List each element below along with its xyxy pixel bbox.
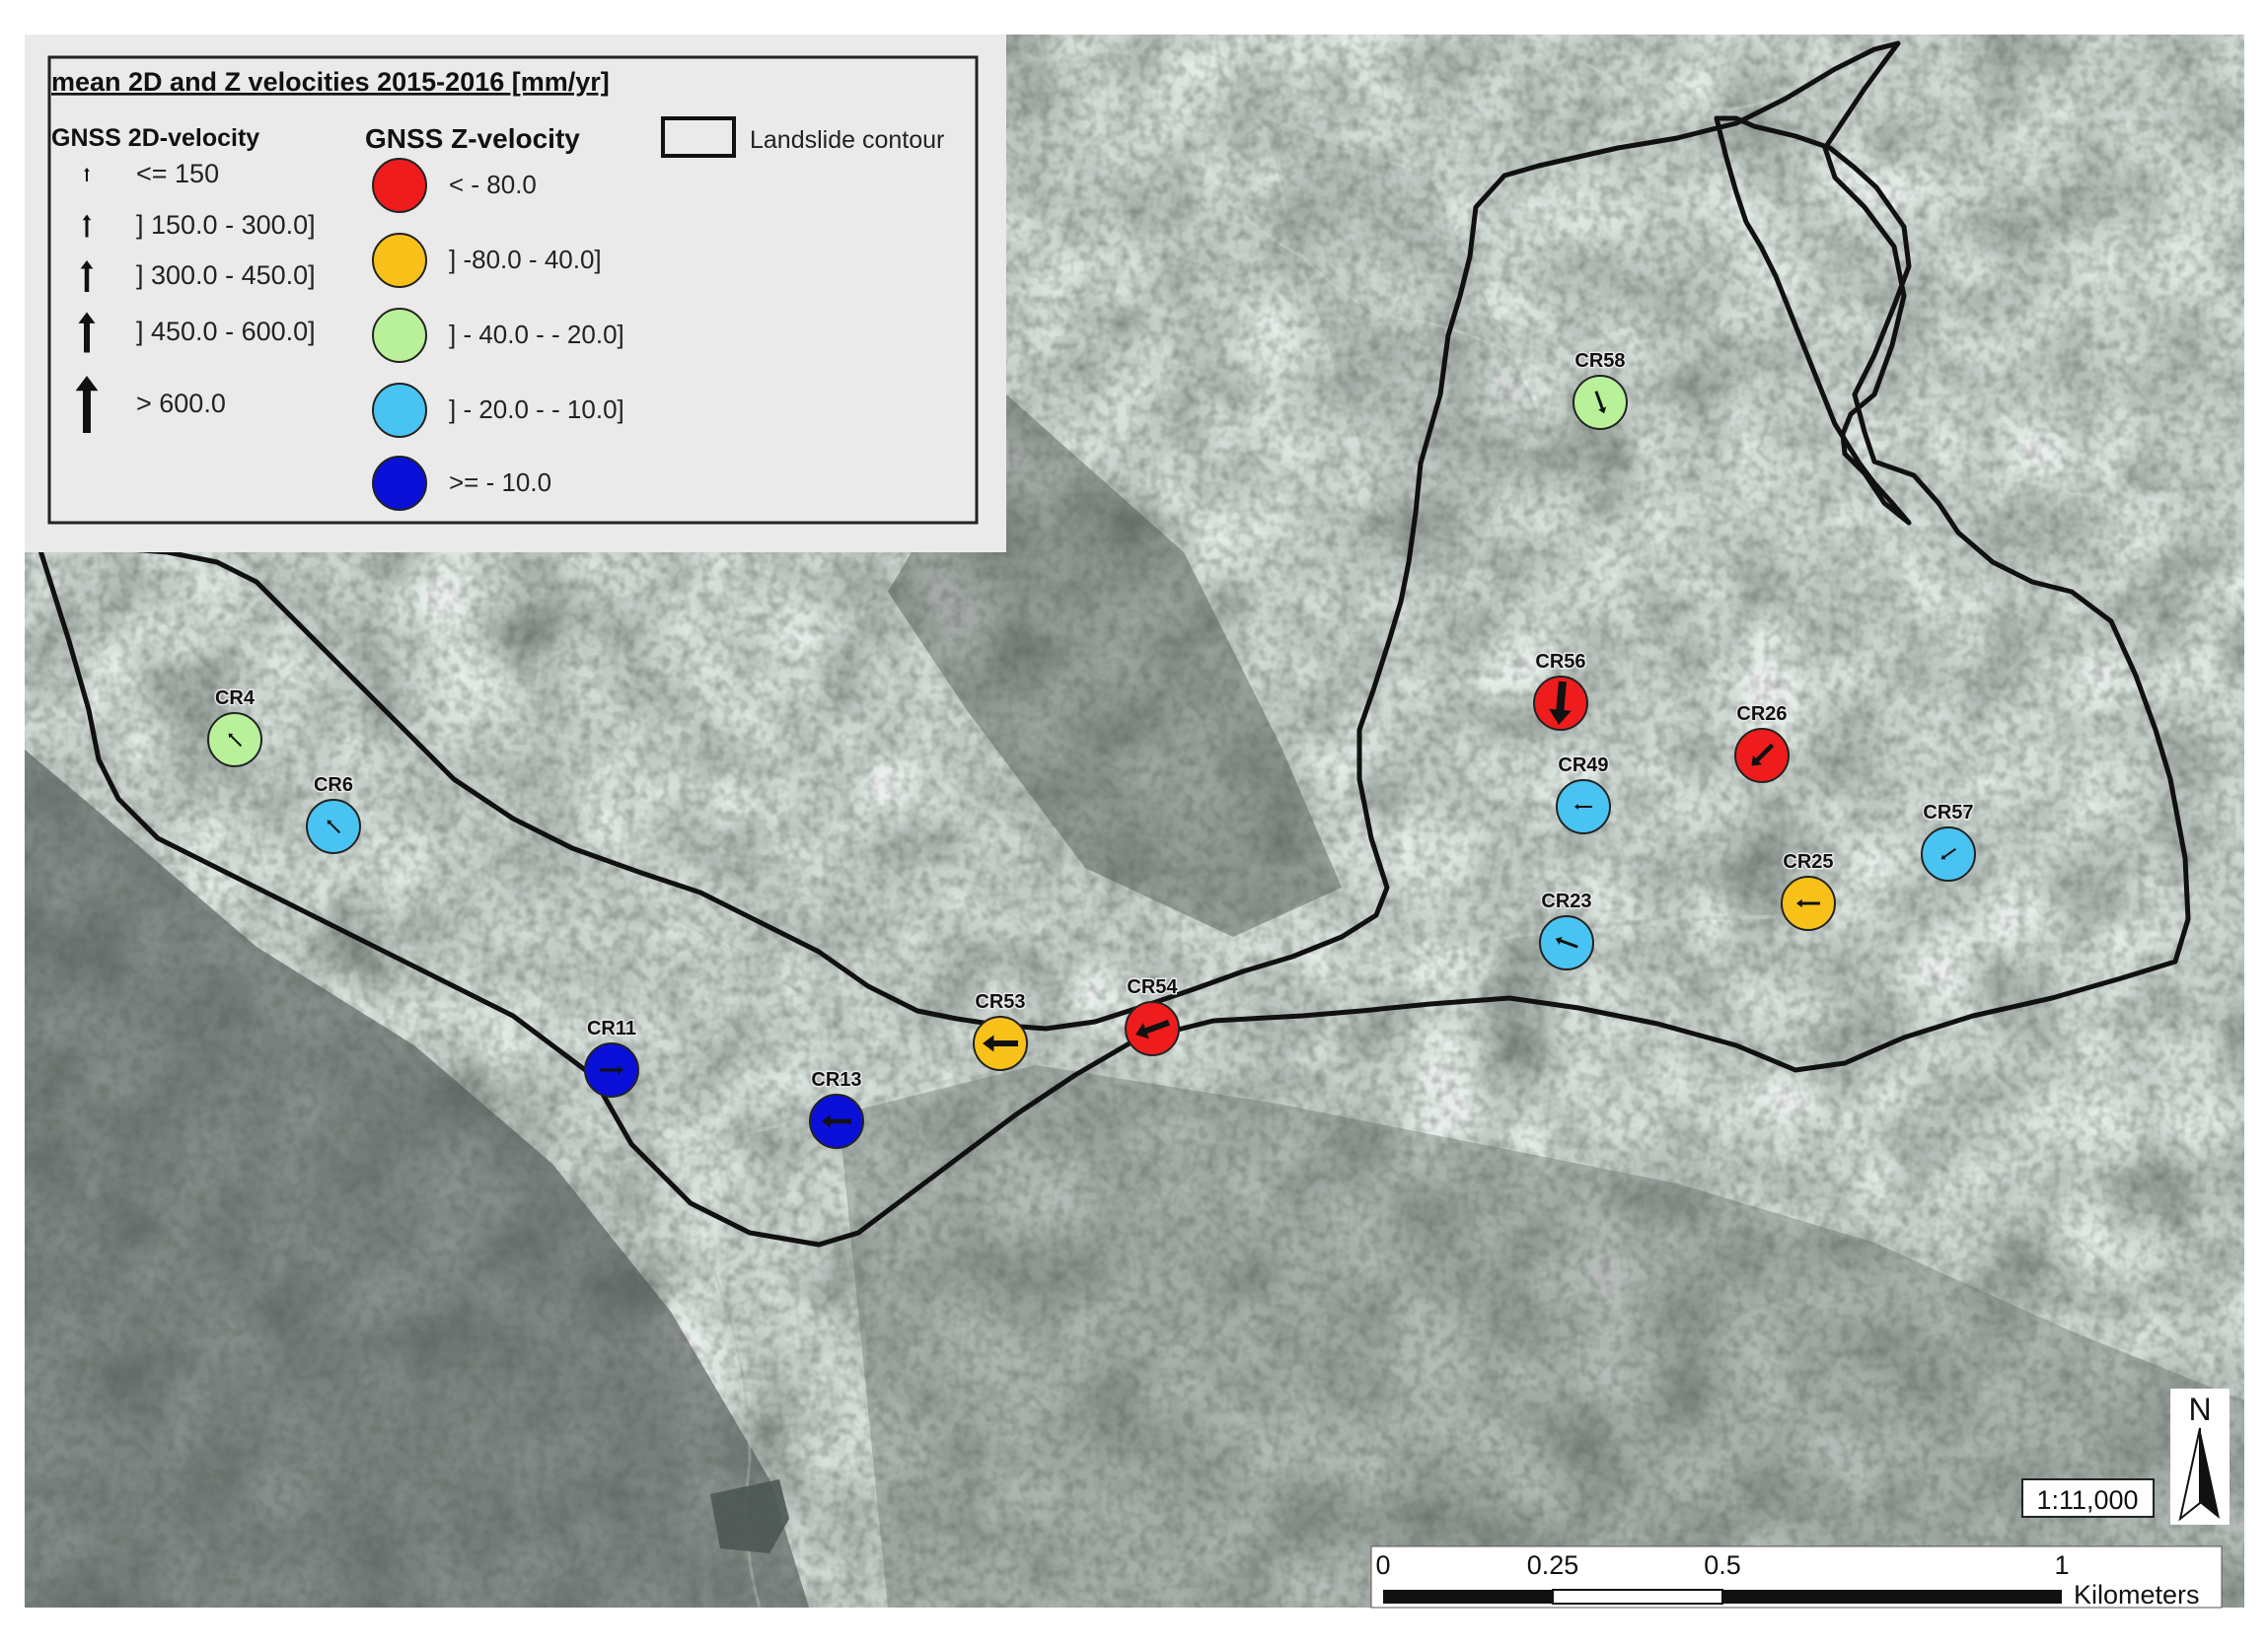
station-label: CR23 bbox=[1541, 891, 1591, 912]
legend-z-swatch bbox=[372, 456, 427, 511]
station-label: CR54 bbox=[1127, 976, 1178, 998]
scale-tick-2: 0.5 bbox=[1704, 1550, 1741, 1580]
north-arrow: N bbox=[2170, 1389, 2230, 1525]
legend-title: mean 2D and Z velocities 2015-2016 [mm/y… bbox=[51, 67, 610, 97]
station-cr11[interactable]: CR11 bbox=[584, 1017, 639, 1098]
legend-z-class-label: >= - 10.0 bbox=[449, 467, 551, 497]
scale-unit: Kilometers bbox=[2074, 1580, 2200, 1610]
legend-contour-label: Landslide contour bbox=[750, 126, 944, 154]
scale-ratio-box: 1:11,000 bbox=[2021, 1478, 2155, 1518]
legend-2d-class-label: > 600.0 bbox=[136, 389, 226, 418]
station-cr49[interactable]: CR49 bbox=[1556, 753, 1611, 834]
station-label: CR11 bbox=[587, 1018, 636, 1039]
station-cr25[interactable]: CR25 bbox=[1781, 850, 1836, 931]
legend-z-swatch bbox=[372, 308, 427, 363]
station-label: CR6 bbox=[314, 774, 353, 796]
legend-z-class-label: ] - 40.0 - - 20.0] bbox=[449, 320, 624, 349]
north-label: N bbox=[2188, 1392, 2211, 1427]
scale-bar-segment bbox=[1383, 1590, 1553, 1604]
station-label: CR58 bbox=[1574, 350, 1625, 372]
legend-z-class-label: ] -80.0 - 40.0] bbox=[449, 245, 602, 274]
scale-bar-segment bbox=[1722, 1590, 2062, 1604]
station-label: CR56 bbox=[1535, 651, 1585, 673]
legend-2d-class-label: ] 450.0 - 600.0] bbox=[136, 317, 316, 346]
legend-z-swatch bbox=[372, 383, 427, 438]
station-cr58[interactable]: CR58 bbox=[1573, 349, 1628, 430]
station-cr6[interactable]: CR6 bbox=[306, 773, 361, 854]
station-cr57[interactable]: CR57 bbox=[1921, 801, 1976, 882]
scale-tick-3: 1 bbox=[2054, 1550, 2069, 1580]
station-cr13[interactable]: CR13 bbox=[809, 1068, 864, 1149]
station-label: CR53 bbox=[975, 991, 1025, 1013]
legend-z-swatch bbox=[372, 158, 427, 213]
station-label: CR25 bbox=[1783, 851, 1833, 873]
legend-z-class-label: ] - 20.0 - - 10.0] bbox=[449, 394, 624, 424]
station-label: CR57 bbox=[1923, 802, 1973, 824]
scale-tick-0: 0 bbox=[1375, 1550, 1390, 1580]
station-cr23[interactable]: CR23 bbox=[1539, 890, 1594, 970]
legend-2d-class-label: ] 300.0 - 450.0] bbox=[136, 260, 316, 290]
scale-bar-segment bbox=[1552, 1589, 1723, 1605]
station-label: CR26 bbox=[1736, 703, 1787, 725]
station-cr26[interactable]: CR26 bbox=[1734, 702, 1790, 783]
scale-ratio: 1:11,000 bbox=[2036, 1485, 2138, 1515]
legend-2d-class-label: ] 150.0 - 300.0] bbox=[136, 210, 316, 240]
station-cr53[interactable]: CR53 bbox=[973, 990, 1028, 1071]
station-label: CR4 bbox=[215, 687, 256, 709]
legend-z-class-label: < - 80.0 bbox=[449, 170, 537, 199]
legend: mean 2D and Z velocities 2015-2016 [mm/y… bbox=[25, 35, 1006, 552]
map-figure: CR4 CR6 CR11 CR13 CR53 CR54 CR58 CR56 CR26 CR49 CR… bbox=[0, 0, 2268, 1642]
station-cr56[interactable]: CR56 bbox=[1533, 650, 1588, 731]
legend-2d-velocity-title: GNSS 2D-velocity bbox=[51, 124, 259, 152]
map-svg: CR4 CR6 CR11 CR13 CR53 CR54 CR58 CR56 CR26 CR49 CR… bbox=[25, 35, 2245, 1610]
station-label: CR49 bbox=[1558, 754, 1608, 776]
scale-bar: 0 0.25 0.5 1 Kilometers bbox=[1370, 1545, 2223, 1610]
station-cr54[interactable]: CR54 bbox=[1125, 975, 1180, 1056]
station-label: CR13 bbox=[811, 1069, 861, 1091]
legend-z-swatch bbox=[372, 233, 427, 288]
scale-tick-1: 0.25 bbox=[1527, 1550, 1579, 1580]
legend-z-velocity-title: GNSS Z-velocity bbox=[365, 123, 580, 154]
station-cr4[interactable]: CR4 bbox=[207, 686, 262, 767]
legend-2d-class-label: <= 150 bbox=[136, 159, 219, 188]
